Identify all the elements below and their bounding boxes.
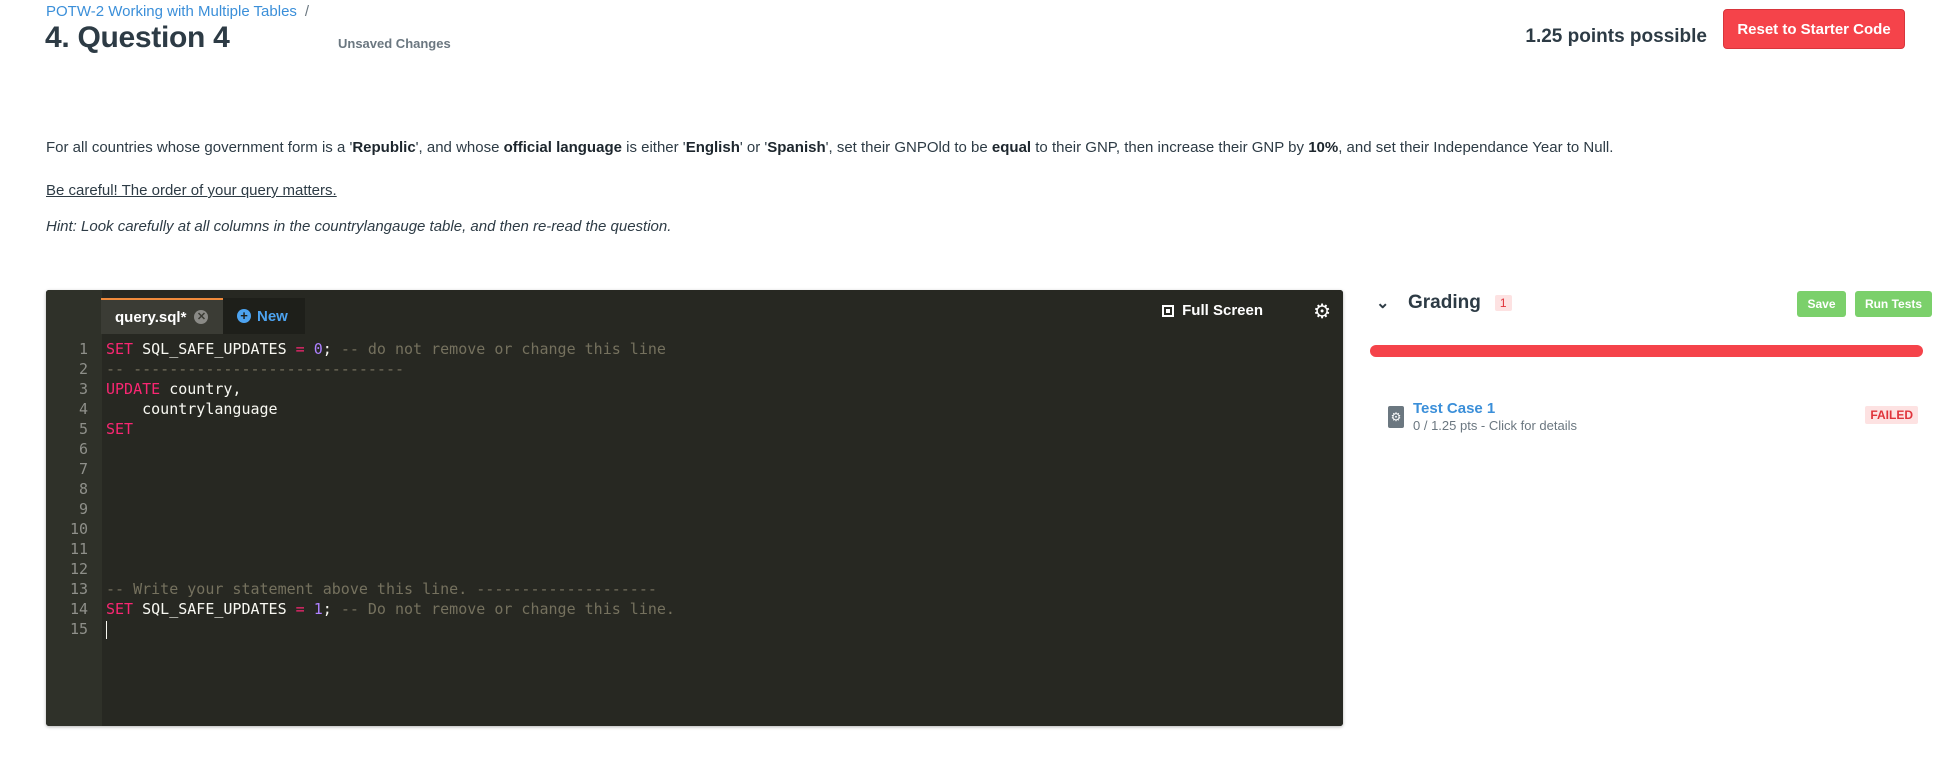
breadcrumb-link[interactable]: POTW-2 Working with Multiple Tables <box>46 3 297 20</box>
page-title: 4. Question 4 <box>45 21 230 54</box>
tab-label: query.sql* <box>115 308 187 326</box>
line-number: 14 <box>69 600 88 618</box>
breadcrumb-separator: / <box>304 3 310 20</box>
test-case-name[interactable]: Test Case 1 <box>1413 400 1495 417</box>
code-line-1: SET SQL_SAFE_UPDATES = 0; -- do not remo… <box>106 340 666 358</box>
fullscreen-button[interactable]: Full Screen <box>1162 302 1263 319</box>
line-number: 3 <box>78 380 88 398</box>
test-case-icon: ⚙ <box>1388 406 1404 428</box>
hint-text: Hint: Look carefully at all columns in t… <box>46 218 672 235</box>
grading-progress-bar <box>1370 345 1923 357</box>
code-editor[interactable]: query.sql* ✕ + New Full Screen ⚙ 1 2 3 4… <box>46 290 1343 726</box>
grading-title: Grading <box>1408 292 1481 313</box>
code-line-15 <box>106 619 107 639</box>
status-badge: FAILED <box>1865 406 1918 424</box>
line-number: 13 <box>69 580 88 598</box>
unsaved-changes-label: Unsaved Changes <box>338 36 451 51</box>
code-line-4: countrylanguage <box>106 400 278 418</box>
run-tests-button[interactable]: Run Tests <box>1855 291 1932 317</box>
line-number: 9 <box>78 500 88 518</box>
line-number: 11 <box>69 540 88 558</box>
code-line-3: UPDATE country, <box>106 380 242 398</box>
code-line-13: -- Write your statement above this line.… <box>106 580 657 598</box>
line-number: 1 <box>78 340 88 358</box>
grading-header[interactable]: ⌄ Grading 1 <box>1376 292 1512 314</box>
grading-count-badge: 1 <box>1494 295 1512 311</box>
fullscreen-icon <box>1162 304 1175 317</box>
line-number: 8 <box>78 480 88 498</box>
test-case-row[interactable]: ⚙ Test Case 1 0 / 1.25 pts - Click for d… <box>1388 400 1918 440</box>
close-tab-icon[interactable]: ✕ <box>194 310 209 324</box>
question-prompt: For all countries whose government form … <box>46 139 1614 156</box>
chevron-down-icon[interactable]: ⌄ <box>1376 293 1400 313</box>
line-number-gutter: 1 2 3 4 5 6 7 8 9 10 11 12 13 14 15 <box>46 334 102 726</box>
line-number: 7 <box>78 460 88 478</box>
line-number: 5 <box>78 420 88 438</box>
line-number: 10 <box>69 520 88 538</box>
code-text-area[interactable]: SET SQL_SAFE_UPDATES = 0; -- do not remo… <box>102 334 1343 726</box>
code-line-2: -- ------------------------------ <box>106 360 405 378</box>
test-case-detail: 0 / 1.25 pts - Click for details <box>1413 418 1578 433</box>
new-tab-label: New <box>257 307 288 325</box>
line-number: 15 <box>69 620 88 638</box>
code-line-14: SET SQL_SAFE_UPDATES = 1; -- Do not remo… <box>106 600 675 618</box>
text-cursor <box>106 620 107 639</box>
new-tab-button[interactable]: + New <box>223 298 305 334</box>
reset-starter-code-button[interactable]: Reset to Starter Code <box>1723 9 1905 49</box>
code-line-5: SET <box>106 420 134 438</box>
line-number: 12 <box>69 560 88 578</box>
gear-icon[interactable]: ⚙ <box>1313 299 1331 324</box>
line-number: 4 <box>78 400 88 418</box>
careful-note: Be careful! The order of your query matt… <box>46 182 337 199</box>
line-number: 6 <box>78 440 88 458</box>
points-possible: 1.25 points possible <box>1525 26 1707 47</box>
tab-query-sql[interactable]: query.sql* ✕ <box>101 298 223 334</box>
breadcrumb: POTW-2 Working with Multiple Tables / <box>46 3 309 20</box>
plus-circle-icon: + <box>237 309 251 323</box>
fullscreen-label: Full Screen <box>1182 302 1263 319</box>
line-number: 2 <box>78 360 88 378</box>
save-button[interactable]: Save <box>1797 291 1846 317</box>
